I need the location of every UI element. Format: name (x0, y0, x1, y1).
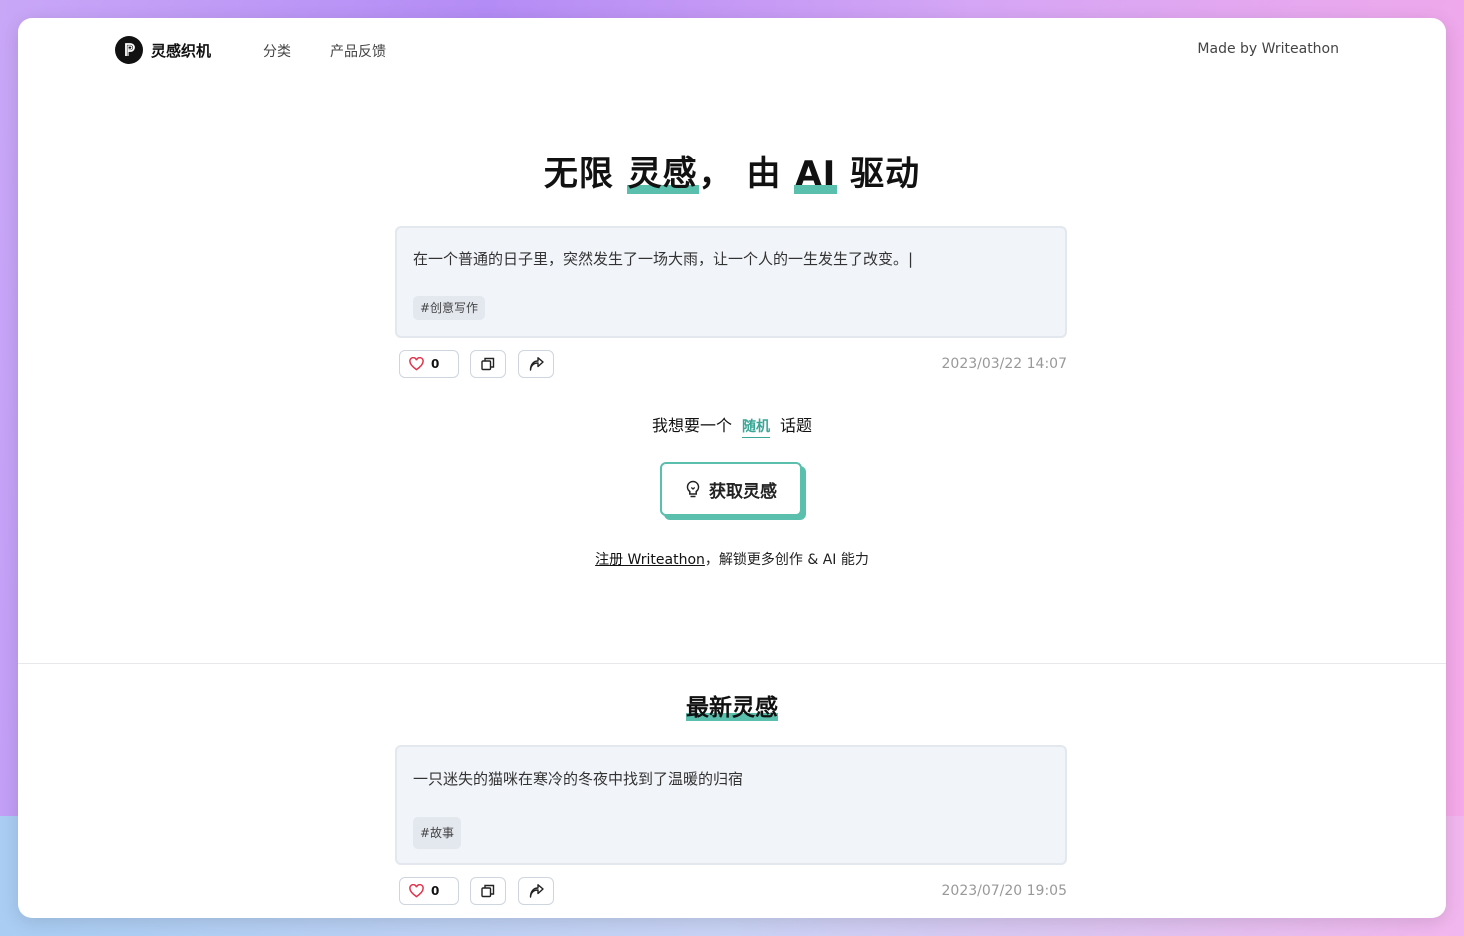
hero-title-part-3: ， 由 (698, 154, 795, 194)
copy-button[interactable] (470, 877, 506, 905)
topic-suffix: 话题 (780, 416, 813, 435)
hero-title-highlight-ai: AI (794, 154, 838, 194)
like-count: 0 (431, 357, 440, 371)
topic-selector-row: 我想要一个 随机 话题 (18, 412, 1446, 438)
nav-link-category[interactable]: 分类 (263, 41, 291, 61)
topic-prefix: 我想要一个 (651, 416, 732, 435)
share-button[interactable] (518, 877, 554, 905)
heart-icon (409, 357, 424, 371)
nav-link-feedback[interactable]: 产品反馈 (330, 41, 386, 61)
like-button[interactable]: 0 (399, 877, 459, 905)
hero-title-part-5: 驱动 (837, 154, 921, 194)
featured-actions: 0 2023/03/22 14:07 (399, 350, 1067, 378)
like-button[interactable]: 0 (399, 350, 459, 378)
get-inspiration-button-wrap: 获取灵感 (660, 462, 806, 520)
hero-title: 无限 灵感， 由 AI 驱动 (18, 146, 1446, 195)
share-button[interactable] (518, 350, 554, 378)
featured-timestamp: 2023/03/22 14:07 (941, 356, 1068, 372)
featured-tag[interactable]: #创意写作 (413, 296, 486, 320)
hero-title-part-1: 无限 (543, 154, 627, 194)
heart-icon (409, 884, 424, 898)
made-by-link[interactable]: Made by Writeathon (1197, 41, 1339, 57)
featured-inspiration-text: 在一个普通的日子里，突然发生了一场大雨，让一个人的一生发生了改变。| (413, 250, 914, 268)
latest-inspiration-card: 一只迷失的猫咪在寒冷的冬夜中找到了温暖的归宿 #故事 (395, 745, 1067, 865)
browser-window: 灵感织机 分类 产品反馈 Made by Writeathon 无限 灵感， 由… (18, 18, 1446, 918)
register-link[interactable]: 注册 Writeathon (595, 552, 705, 568)
topic-type-select[interactable]: 随机 (742, 419, 770, 438)
register-text: ，解锁更多创作 & AI 能力 (704, 552, 869, 568)
featured-inspiration-card: 在一个普通的日子里，突然发生了一场大雨，让一个人的一生发生了改变。| #创意写作 (395, 226, 1067, 338)
copy-button[interactable] (470, 350, 506, 378)
hero-title-highlight-inspiration: 灵感 (626, 154, 699, 194)
latest-tag[interactable]: #故事 (413, 817, 462, 849)
latest-actions: 0 2023/07/20 19:05 (399, 877, 1067, 905)
latest-inspiration-text: 一只迷失的猫咪在寒冷的冬夜中找到了温暖的归宿 (413, 770, 744, 788)
register-prompt: 注册 Writeathon，解锁更多创作 & AI 能力 (18, 549, 1446, 569)
latest-section-title: 最新灵感 (18, 688, 1446, 722)
share-arrow-icon (529, 357, 544, 371)
get-inspiration-label: 获取灵感 (709, 481, 777, 502)
latest-title-text: 最新灵感 (686, 695, 778, 721)
top-nav: 灵感织机 分类 产品反馈 Made by Writeathon (18, 18, 1446, 82)
copy-icon (481, 884, 495, 898)
logo-p-icon (115, 36, 143, 64)
like-count: 0 (431, 884, 440, 898)
logo[interactable]: 灵感织机 (115, 36, 211, 64)
logo-text: 灵感织机 (151, 41, 212, 60)
lightbulb-icon (686, 480, 700, 498)
section-divider (18, 663, 1446, 664)
latest-timestamp: 2023/07/20 19:05 (941, 883, 1068, 899)
share-arrow-icon (529, 884, 544, 898)
get-inspiration-button[interactable]: 获取灵感 (660, 462, 802, 516)
copy-icon (481, 357, 495, 371)
